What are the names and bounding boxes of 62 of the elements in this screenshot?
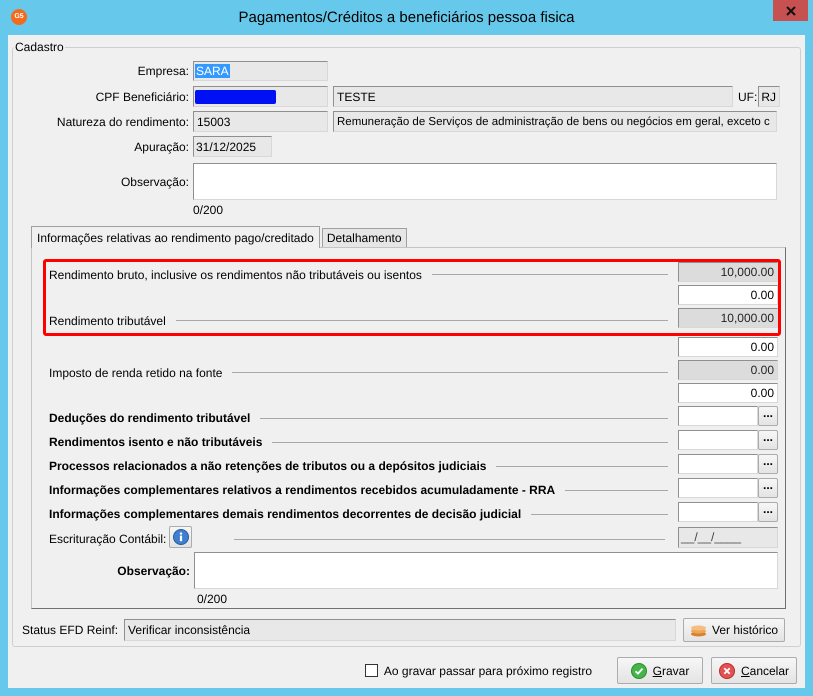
lookup-field[interactable]: [678, 430, 758, 450]
character-counter: 0/200: [193, 203, 224, 217]
state-field[interactable]: RJ: [758, 86, 780, 107]
field-label: CPF Beneficiário:: [96, 90, 189, 104]
lookup-field[interactable]: [678, 454, 758, 474]
close-button[interactable]: [773, 0, 808, 21]
amount-field[interactable]: 0.00: [678, 360, 778, 380]
row-label: Deduções do rendimento tributável: [48, 410, 250, 425]
amount-field[interactable]: 0.00: [678, 285, 778, 305]
field-label: Apuração:: [134, 140, 189, 154]
row-label: Imposto de renda retido na fonte: [48, 364, 222, 380]
date-field[interactable]: __/__/____: [678, 526, 778, 548]
amount-field[interactable]: 0.00: [678, 383, 778, 403]
ellipsis-button[interactable]: ...: [758, 454, 778, 474]
ellipsis-button[interactable]: ...: [758, 478, 778, 498]
beneficiary-name-field[interactable]: TESTE: [333, 86, 733, 107]
info-icon: [172, 529, 189, 545]
ellipsis-button[interactable]: ...: [758, 406, 778, 426]
period-field[interactable]: 31/12/2025: [193, 136, 272, 157]
lookup-field[interactable]: [678, 478, 758, 498]
stack-icon: [690, 624, 708, 636]
company-value: SARA: [195, 64, 230, 78]
field-label: Observação:: [117, 564, 190, 578]
checkbox-label[interactable]: Ao gravar passar para próximo registro: [384, 664, 592, 678]
field-label: Observação:: [120, 174, 189, 188]
tab[interactable]: Informações relativas ao rendimento pago/creditado: [31, 226, 320, 248]
field-label: Empresa:: [138, 64, 189, 78]
lookup-field[interactable]: [678, 406, 758, 426]
checkbox[interactable]: [364, 664, 378, 677]
row-label: Rendimento tributável: [48, 312, 166, 328]
cpf-field[interactable]: [193, 86, 328, 107]
row-label: Escrituração Contábil:: [48, 530, 166, 546]
field-label: UF:: [738, 90, 758, 104]
field-label: Status EFD Reinf:: [22, 623, 118, 637]
ellipsis-button[interactable]: ...: [758, 430, 778, 450]
notes-field[interactable]: [194, 552, 778, 589]
row-label: Informações complementares demais rendimentos decorrentes de decisão judicial: [48, 506, 522, 521]
history-button[interactable]: Ver histórico: [683, 618, 786, 642]
row-label: Rendimento bruto, inclusive os rendimentos não tributáveis ou isentos: [48, 266, 422, 282]
x-circle-icon: [718, 662, 735, 678]
save-button[interactable]: Gravar: [617, 657, 703, 684]
notes-field[interactable]: [193, 163, 777, 200]
lookup-field[interactable]: [678, 502, 758, 522]
row-label: Processos relacionados a não retenções de tributos ou a depósitos judiciais: [48, 458, 486, 473]
check-circle-icon: [630, 662, 647, 678]
income-code-field[interactable]: 15003: [193, 111, 328, 132]
tab[interactable]: Detalhamento: [322, 228, 407, 247]
field-label: Natureza do rendimento:: [56, 114, 189, 128]
row-label: Informações complementares relativos a rendimentos recebidos acumuladamente - RRA: [48, 482, 556, 497]
income-description-field[interactable]: Remuneração de Serviços de administração de bens ou negócios em geral, exceto c: [333, 111, 777, 132]
group-box-title: Cadastro: [14, 40, 65, 54]
info-button[interactable]: [169, 526, 192, 548]
row-label: Rendimentos isento e não tributáveis: [48, 434, 262, 449]
amount-field[interactable]: 10,000.00: [678, 262, 778, 282]
close-icon: [786, 6, 796, 16]
window-title: Pagamentos/Créditos a beneficiários pessoa fisica: [238, 8, 574, 28]
cancel-button[interactable]: Cancelar: [711, 657, 797, 684]
character-counter: 0/200: [197, 592, 228, 606]
amount-field[interactable]: 10,000.00: [678, 308, 778, 328]
status-field[interactable]: Verificar inconsistência: [124, 619, 676, 641]
amount-field[interactable]: 0.00: [678, 337, 778, 357]
ellipsis-button[interactable]: ...: [758, 502, 778, 522]
